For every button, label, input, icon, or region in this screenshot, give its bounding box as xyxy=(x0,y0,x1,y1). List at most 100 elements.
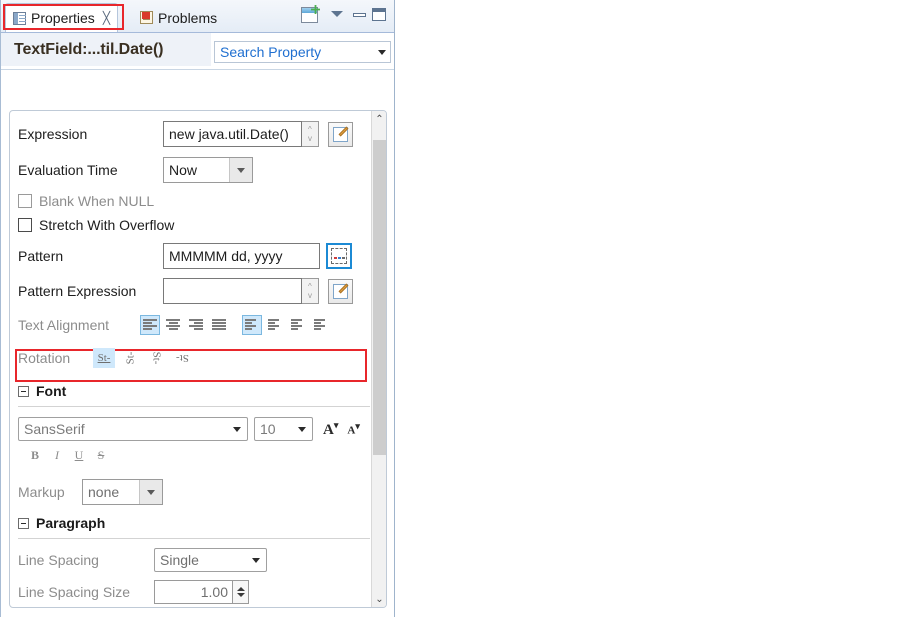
search-dropdown-icon[interactable] xyxy=(374,42,390,62)
tab-problems-label: Problems xyxy=(158,9,218,26)
row-font: SansSerif 10 A▾ A▾ xyxy=(18,416,378,442)
search-property-combo[interactable]: Search Property xyxy=(214,41,391,63)
row-blank-when-null: Blank When NULL xyxy=(18,190,378,212)
row-evaluation-time: Evaluation Time Now xyxy=(18,155,378,185)
line-spacing-size-stepper[interactable] xyxy=(233,580,249,604)
property-subtabs: Appearance Borders Text Field » xyxy=(1,70,394,174)
vertical-scrollbar[interactable]: ⌃ ⌄ xyxy=(372,111,386,607)
minimize-icon[interactable] xyxy=(353,13,366,17)
pattern-expression-label: Pattern Expression xyxy=(18,283,137,299)
row-markup: Markup none xyxy=(18,479,378,505)
align-justify-icon[interactable] xyxy=(209,315,229,335)
pattern-expression-input[interactable] xyxy=(163,278,302,304)
chevron-down-icon[interactable] xyxy=(233,426,241,432)
stretch-with-overflow-label: Stretch With Overflow xyxy=(39,217,175,233)
properties-view: Properties ╳ Problems TextField:...til.D… xyxy=(0,0,396,617)
section-paragraph-rule xyxy=(18,538,370,539)
valign-bottom-icon[interactable] xyxy=(288,315,308,335)
row-rotation: Rotation St- St- St- St- xyxy=(18,346,378,370)
section-font-label: Font xyxy=(36,383,67,399)
section-font-rule xyxy=(18,406,370,407)
line-spacing-value: Single xyxy=(160,552,199,568)
pattern-input[interactable]: MMMMM dd, yyyy xyxy=(163,243,320,269)
decrease-font-size-icon[interactable]: A▾ xyxy=(347,421,359,437)
evaluation-time-label: Evaluation Time xyxy=(18,162,118,178)
next-field-partial xyxy=(162,607,241,608)
underline-toggle[interactable]: U xyxy=(68,448,90,463)
expression-input[interactable]: new java.util.Date() xyxy=(163,121,302,147)
pattern-label: Pattern xyxy=(18,248,64,264)
stretch-with-overflow-checkbox[interactable] xyxy=(18,218,32,232)
font-family-value: SansSerif xyxy=(24,421,85,437)
chevron-down-icon[interactable] xyxy=(298,426,306,432)
valign-middle-icon[interactable] xyxy=(265,315,285,335)
search-input[interactable]: Search Property xyxy=(215,44,374,60)
font-family-select[interactable]: SansSerif xyxy=(18,417,248,441)
align-center-icon[interactable] xyxy=(163,315,183,335)
expression-label: Expression xyxy=(18,126,88,142)
align-left-icon[interactable] xyxy=(140,315,160,335)
section-paragraph[interactable]: Paragraph xyxy=(18,515,105,531)
chevron-down-icon[interactable] xyxy=(139,480,162,504)
row-expression: Expression new java.util.Date() ^ v xyxy=(18,119,378,149)
properties-form: Expression new java.util.Date() ^ v Evalu… xyxy=(9,110,387,608)
markup-label: Markup xyxy=(18,484,65,500)
new-view-icon[interactable] xyxy=(301,7,318,23)
markup-select[interactable]: none xyxy=(82,479,163,505)
tab-problems[interactable]: Problems xyxy=(133,3,224,32)
problems-icon xyxy=(140,11,153,24)
row-line-spacing-size: Line Spacing Size 1.00 xyxy=(18,579,378,605)
section-font[interactable]: Font xyxy=(18,383,66,399)
blank-when-null-label: Blank When NULL xyxy=(39,193,155,209)
close-icon[interactable]: ╳ xyxy=(103,12,110,24)
rotation-right-icon[interactable]: St- xyxy=(145,348,167,368)
collapse-icon[interactable] xyxy=(18,517,29,529)
tab-properties-label: Properties xyxy=(31,10,95,26)
expression-spinner[interactable]: ^ v xyxy=(302,121,319,147)
valign-justify-icon[interactable] xyxy=(311,315,331,335)
rotation-upside-down-icon[interactable]: St- xyxy=(171,348,193,368)
collapse-icon[interactable] xyxy=(18,385,29,397)
increase-font-size-icon[interactable]: A▾ xyxy=(323,420,338,439)
line-spacing-label: Line Spacing xyxy=(18,552,99,568)
line-spacing-select[interactable]: Single xyxy=(154,548,267,572)
chevron-down-icon[interactable] xyxy=(229,158,252,182)
scroll-up-icon[interactable]: ⌃ xyxy=(372,111,386,127)
page-title: TextField:...til.Date() xyxy=(14,41,164,58)
pattern-expression-edit-button[interactable] xyxy=(328,278,353,304)
view-menu-icon[interactable] xyxy=(331,11,343,17)
tab-properties[interactable]: Properties ╳ xyxy=(5,3,119,32)
screenshot-root: Properties ╳ Problems TextField:...til.D… xyxy=(0,0,923,617)
properties-icon xyxy=(13,11,26,25)
chevron-down-icon[interactable] xyxy=(252,557,260,563)
rotation-none-icon[interactable]: St- xyxy=(93,348,115,368)
rotation-label: Rotation xyxy=(18,350,71,366)
section-paragraph-label: Paragraph xyxy=(36,515,106,531)
row-line-spacing: Line Spacing Single xyxy=(18,547,378,573)
line-spacing-size-input[interactable]: 1.00 xyxy=(154,580,233,604)
bold-toggle[interactable]: B xyxy=(24,448,46,463)
evaluation-time-value: Now xyxy=(169,162,198,178)
row-pattern-expression: Pattern Expression ^ v xyxy=(18,276,378,306)
text-alignment-label: Text Alignment xyxy=(18,317,110,333)
strikethrough-toggle[interactable]: S xyxy=(90,448,112,463)
view-tabbar: Properties ╳ Problems xyxy=(1,0,394,33)
evaluation-time-select[interactable]: Now xyxy=(163,157,253,183)
valign-top-icon[interactable] xyxy=(242,315,262,335)
font-size-value: 10 xyxy=(260,421,276,437)
line-spacing-size-label: Line Spacing Size xyxy=(18,584,131,600)
view-right-border xyxy=(394,0,395,617)
row-text-alignment: Text Alignment xyxy=(18,313,378,337)
italic-toggle[interactable]: I xyxy=(46,448,68,463)
rotation-left-icon[interactable]: St- xyxy=(119,348,141,368)
expression-edit-button[interactable] xyxy=(328,121,353,147)
align-right-icon[interactable] xyxy=(186,315,206,335)
scroll-down-icon[interactable]: ⌄ xyxy=(372,591,386,607)
pattern-expression-spinner[interactable]: ^ v xyxy=(302,278,319,304)
font-size-select[interactable]: 10 xyxy=(254,417,313,441)
scrollbar-thumb[interactable] xyxy=(373,140,386,455)
maximize-icon[interactable] xyxy=(372,8,386,21)
pattern-browse-button[interactable] xyxy=(326,243,352,269)
row-font-styles: B I U S xyxy=(24,444,384,466)
blank-when-null-checkbox[interactable] xyxy=(18,194,32,208)
